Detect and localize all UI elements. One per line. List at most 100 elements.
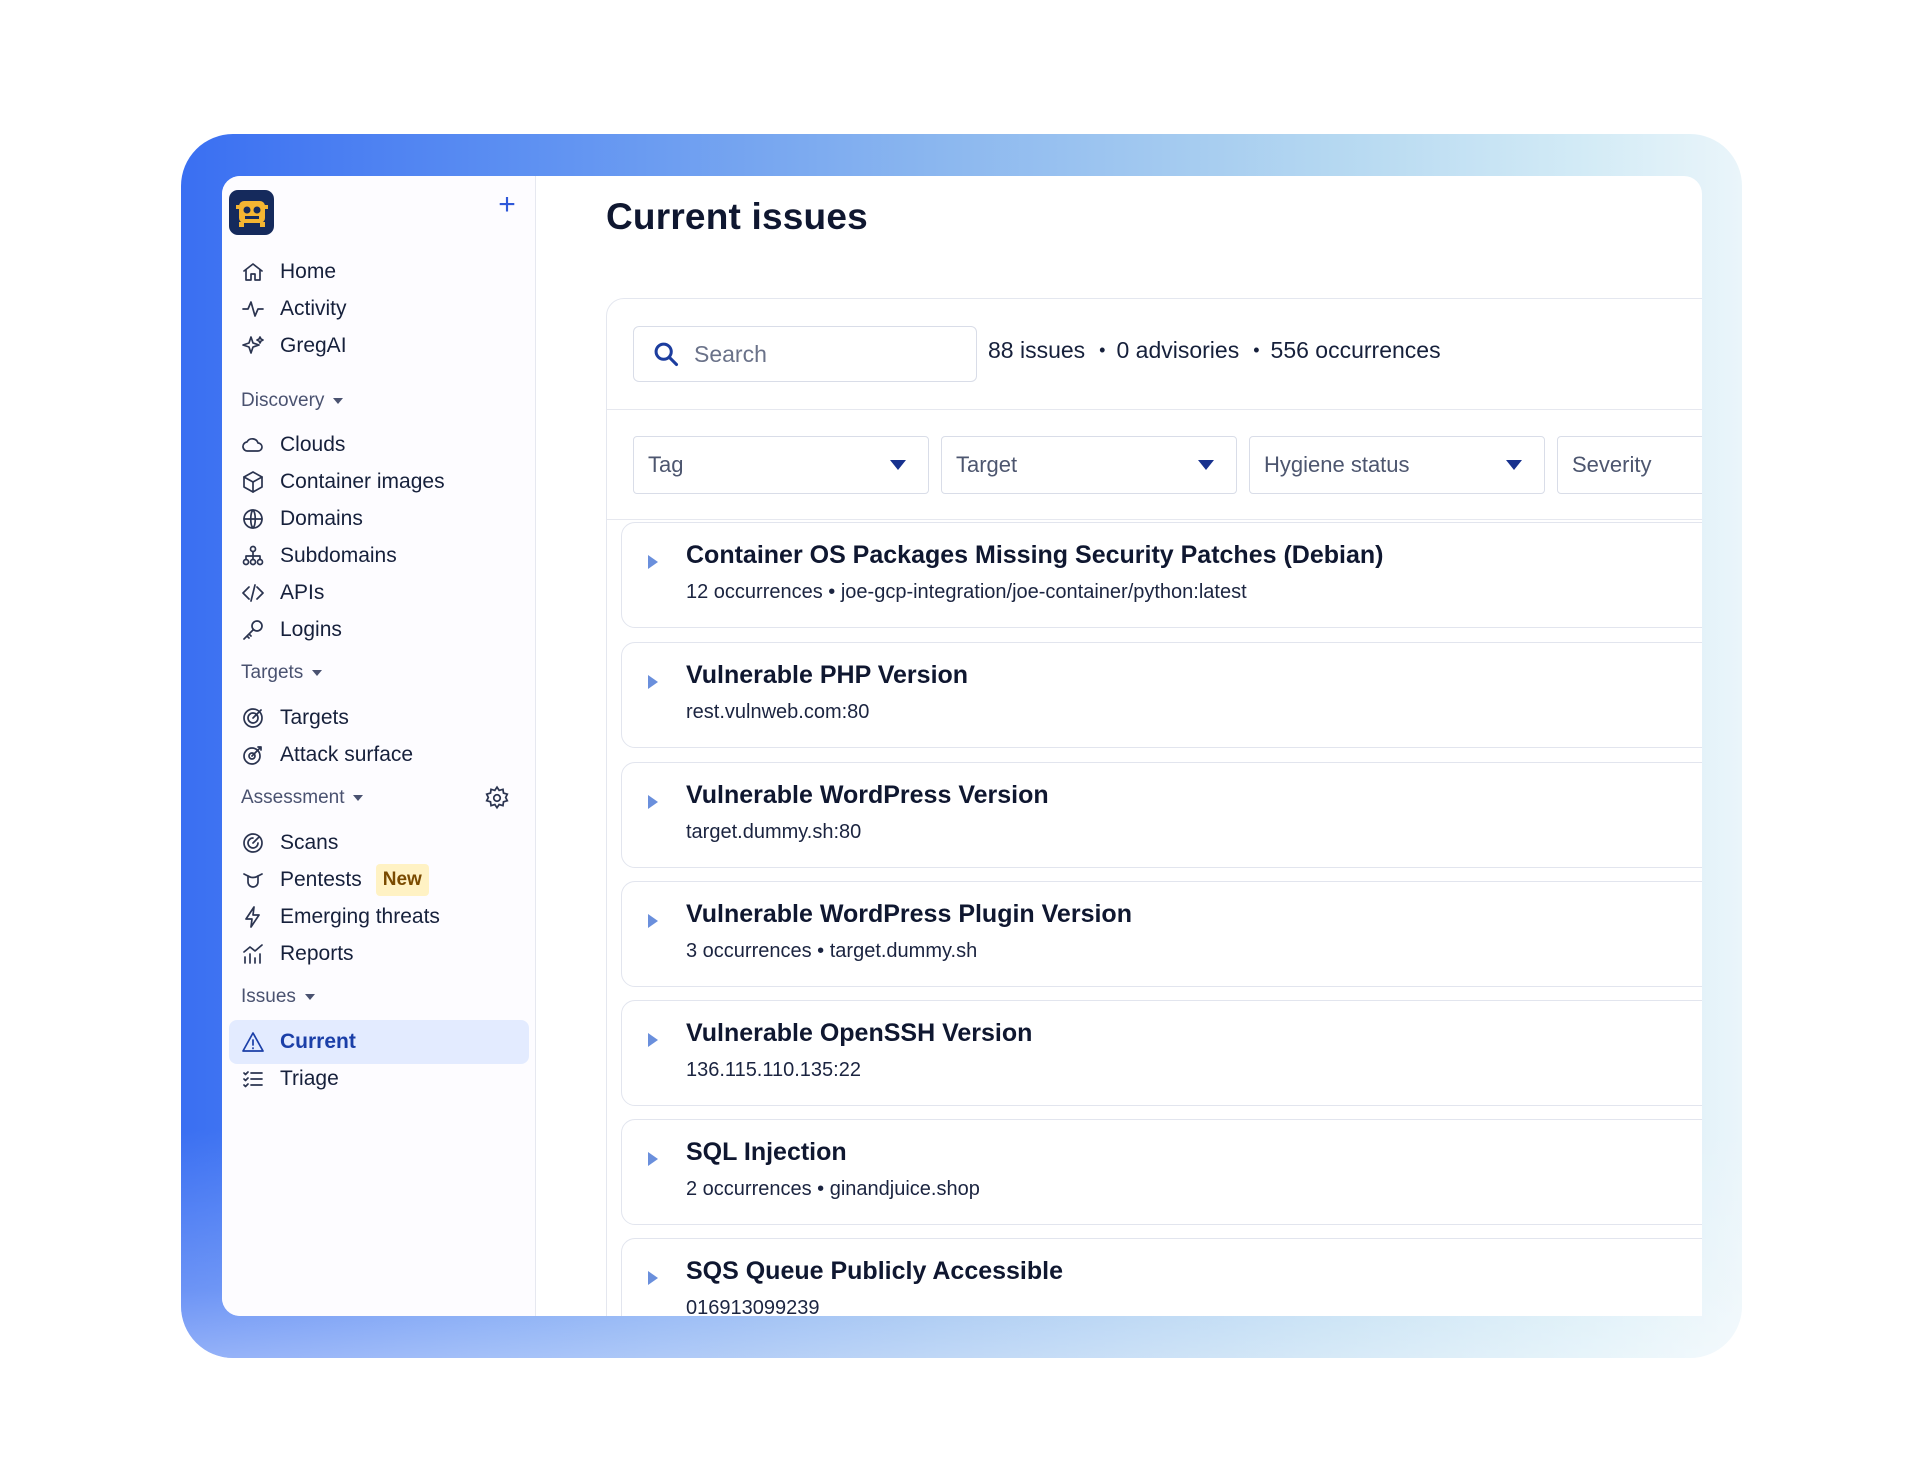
advisories-count: 0 advisories xyxy=(1116,337,1240,363)
filter-label: Severity xyxy=(1572,452,1652,477)
expand-arrow-icon[interactable] xyxy=(648,914,658,928)
expand-arrow-icon[interactable] xyxy=(648,555,658,569)
add-button[interactable]: + xyxy=(492,190,522,220)
gear-icon[interactable] xyxy=(484,785,510,811)
sidebar-item-logins[interactable]: Logins xyxy=(229,608,529,652)
sidebar-item-reports[interactable]: Reports xyxy=(229,932,529,976)
attack-surface-icon xyxy=(239,741,267,769)
separator-dot: • xyxy=(1253,340,1260,360)
sidebar-item-label: Home xyxy=(280,260,337,283)
issue-title: SQS Queue Publicly Accessible xyxy=(686,1257,1064,1285)
issue-title: Container OS Packages Missing Security P… xyxy=(686,541,1384,569)
sidebar-item-label: Emerging threats xyxy=(280,905,440,928)
section-label: Discovery xyxy=(241,390,325,411)
issues-count: 88 issues xyxy=(988,337,1086,363)
issue-title: Vulnerable OpenSSH Version xyxy=(686,1019,1033,1047)
expand-arrow-icon[interactable] xyxy=(648,675,658,689)
sidebar-item-label: Scans xyxy=(280,831,339,854)
caret-down-icon xyxy=(353,795,364,801)
expand-arrow-icon[interactable] xyxy=(648,1033,658,1047)
divider xyxy=(607,519,1702,520)
divider xyxy=(607,409,1702,410)
filter-tag[interactable]: Tag xyxy=(633,436,929,494)
issue-title: Vulnerable PHP Version xyxy=(686,661,969,689)
pentest-icon xyxy=(239,866,267,894)
caret-down-icon xyxy=(312,670,323,676)
sidebar-item-label: Subdomains xyxy=(280,544,397,567)
filter-hygiene-status[interactable]: Hygiene status xyxy=(1249,436,1545,494)
sidebar: + Home Activity GregAI Discovery Clouds … xyxy=(222,176,536,1316)
issue-row[interactable]: Vulnerable OpenSSH Version 136.115.110.1… xyxy=(621,1000,1702,1106)
issue-row[interactable]: SQS Queue Publicly Accessible 0169130992… xyxy=(621,1238,1702,1316)
sidebar-item-label: Targets xyxy=(280,706,349,729)
caret-down-icon xyxy=(304,994,315,1000)
issue-row[interactable]: Vulnerable WordPress Plugin Version 3 oc… xyxy=(621,881,1702,987)
activity-icon xyxy=(239,295,267,323)
sidebar-item-attack-surface[interactable]: Attack surface xyxy=(229,733,529,777)
issue-row[interactable]: Vulnerable PHP Version rest.vulnweb.com:… xyxy=(621,642,1702,748)
search-input[interactable] xyxy=(692,339,966,369)
caret-down-icon xyxy=(1506,460,1522,470)
search-icon xyxy=(654,342,679,367)
sidebar-item-label: Activity xyxy=(280,297,347,320)
radar-icon xyxy=(239,829,267,857)
sidebar-item-triage[interactable]: Triage xyxy=(229,1057,529,1101)
search-box[interactable] xyxy=(633,326,977,382)
issue-title: Vulnerable WordPress Plugin Version xyxy=(686,900,1132,928)
caret-down-icon xyxy=(1198,460,1214,470)
filter-target[interactable]: Target xyxy=(941,436,1237,494)
separator-dot: • xyxy=(1099,340,1106,360)
sidebar-item-label: Clouds xyxy=(280,433,346,456)
expand-arrow-icon[interactable] xyxy=(648,1152,658,1166)
sitemap-icon xyxy=(239,542,267,570)
cube-icon xyxy=(239,468,267,496)
sidebar-item-label: Domains xyxy=(280,507,363,530)
sidebar-item-label: Attack surface xyxy=(280,743,414,766)
filter-label: Hygiene status xyxy=(1264,452,1410,477)
sidebar-item-label: Reports xyxy=(280,942,354,965)
section-label: Issues xyxy=(241,986,296,1007)
issues-panel: 88 issues • 0 advisories • 556 occurrenc… xyxy=(606,298,1702,1316)
page-title: Current issues xyxy=(606,196,868,237)
section-targets[interactable]: Targets xyxy=(241,658,323,688)
issue-subtitle: 136.115.110.135:22 xyxy=(686,1059,861,1081)
issue-title: SQL Injection xyxy=(686,1138,847,1166)
caret-down-icon xyxy=(333,398,344,404)
sidebar-item-gregai[interactable]: GregAI xyxy=(229,324,529,368)
issue-title: Vulnerable WordPress Version xyxy=(686,781,1049,809)
section-discovery[interactable]: Discovery xyxy=(241,386,344,416)
issue-subtitle: 2 occurrences • ginandjuice.shop xyxy=(686,1178,980,1200)
section-assessment[interactable]: Assessment xyxy=(241,783,364,813)
filter-label: Target xyxy=(956,452,1018,477)
issue-row[interactable]: Vulnerable WordPress Version target.dumm… xyxy=(621,762,1702,868)
occurrences-count: 556 occurrences xyxy=(1270,337,1441,363)
expand-arrow-icon[interactable] xyxy=(648,1271,658,1285)
monster-logo-icon xyxy=(235,200,268,227)
issue-subtitle: 016913099239 xyxy=(686,1297,820,1316)
home-icon xyxy=(239,258,267,286)
warning-icon xyxy=(239,1028,267,1056)
expand-arrow-icon[interactable] xyxy=(648,795,658,809)
sidebar-item-label: Container images xyxy=(280,470,445,493)
issue-stats: 88 issues • 0 advisories • 556 occurrenc… xyxy=(988,337,1441,364)
issue-row[interactable]: Container OS Packages Missing Security P… xyxy=(621,522,1702,628)
sidebar-item-label: APIs xyxy=(280,581,325,604)
sidebar-item-label: Current xyxy=(280,1030,356,1053)
sidebar-item-label: Logins xyxy=(280,618,342,641)
filter-severity[interactable]: Severity xyxy=(1557,436,1702,494)
sidebar-item-label: Pentests xyxy=(280,868,362,891)
issue-row[interactable]: SQL Injection 2 occurrences • ginandjuic… xyxy=(621,1119,1702,1225)
chart-icon xyxy=(239,940,267,968)
app-window: + Home Activity GregAI Discovery Clouds … xyxy=(222,176,1702,1316)
caret-down-icon xyxy=(890,460,906,470)
key-icon xyxy=(239,616,267,644)
cloud-icon xyxy=(239,431,267,459)
issue-subtitle: 12 occurrences • joe-gcp-integration/joe… xyxy=(686,581,1247,603)
code-icon xyxy=(239,579,267,607)
section-issues[interactable]: Issues xyxy=(241,982,315,1012)
globe-icon xyxy=(239,505,267,533)
target-icon xyxy=(239,704,267,732)
app-logo[interactable] xyxy=(229,190,274,235)
filter-label: Tag xyxy=(648,452,684,477)
new-badge: New xyxy=(375,864,429,896)
